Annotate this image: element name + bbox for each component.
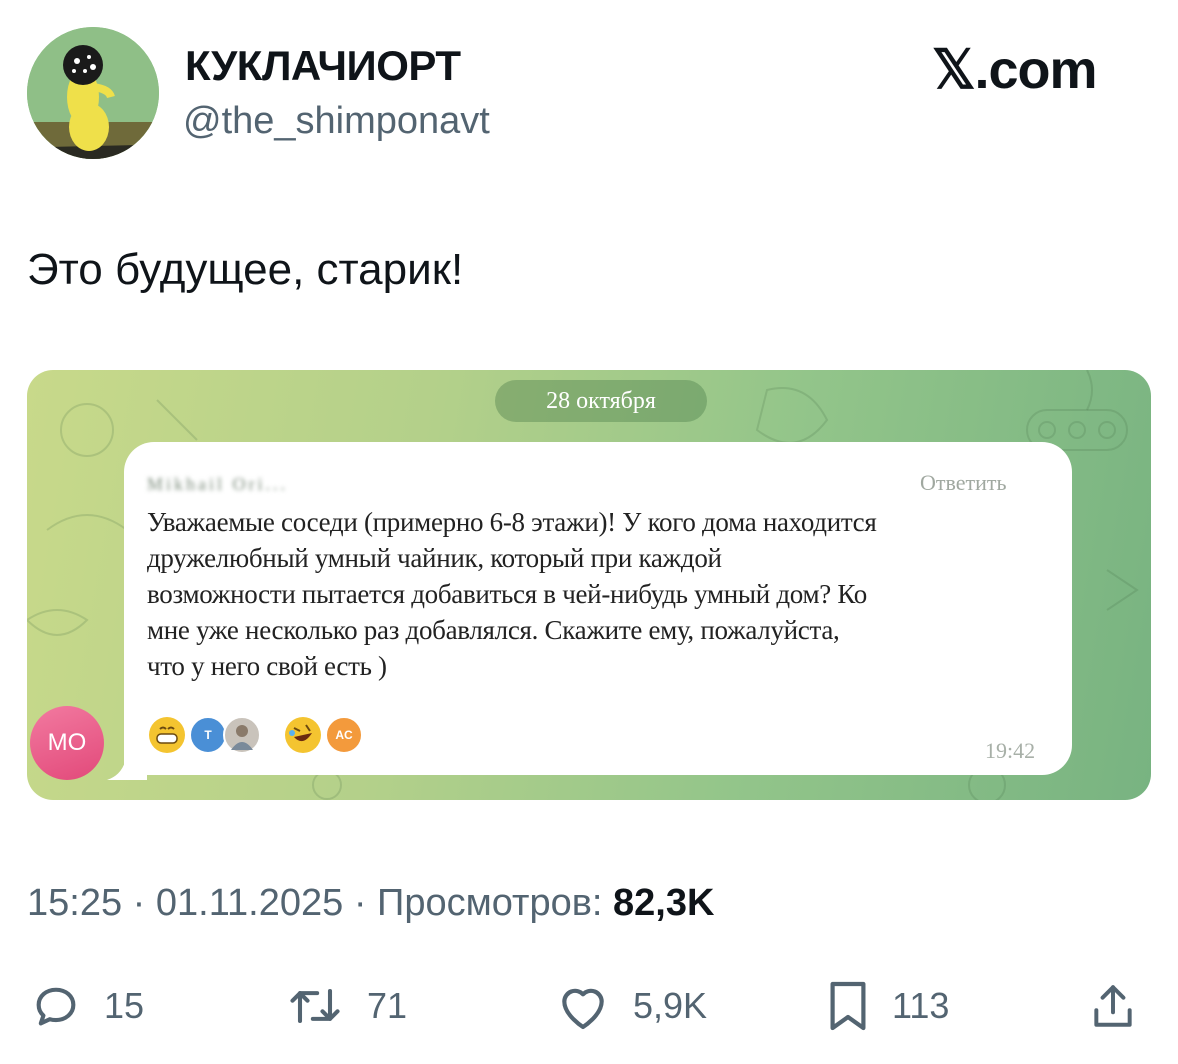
bookmark-count: 113 [892,985,950,1026]
author-avatar[interactable] [27,27,159,159]
message-time: 19:42 [985,738,1036,763]
message-line: дружелюбный умный чайник, который при ка… [147,543,722,573]
like-count: 5,9K [633,985,708,1026]
x-logo-text: 𝕏.com [932,40,1098,100]
avatar-illustration [27,27,159,159]
chat-date-pill: 28 октября [495,380,707,422]
sender-avatar-initials[interactable]: МО [30,706,104,780]
bookmark-icon [830,981,866,1031]
message-line: возможности пытается добавиться в чей-ни… [147,579,867,609]
message-line: Уважаемые соседи (примерно 6-8 этажи)! У… [147,507,877,537]
message-text: Уважаемые соседи (примерно 6-8 этажи)! У… [147,504,1047,684]
views-count: 82,3K [613,882,715,924]
reply-icon [36,987,76,1026]
message-line: что у него свой есть ) [147,651,387,681]
author-handle[interactable]: @the_shimponavt [183,98,490,144]
heart-icon [562,988,604,1030]
sender-name-obscured: Mikhail Ori... [147,474,288,494]
like-action-button[interactable]: 5,9K [555,978,707,1034]
reaction-rofl[interactable]: AC [285,716,363,754]
grinning-face-icon [149,717,185,753]
reaction-avatar-photo [223,716,261,754]
rofl-face-icon [285,717,321,753]
tweet-meta: 15:25 · 01.11.2025 · Просмотров: 82,3K [27,880,714,926]
share-action-button[interactable] [1088,978,1138,1034]
reply-count: 15 [104,985,145,1026]
reply-action-button[interactable]: 15 [30,978,144,1034]
tweet-text: Это будущее, старик! [27,245,464,294]
message-line: мне уже несколько раз добавлялся. Скажит… [147,615,840,645]
repost-icon [290,988,340,1024]
meta-separator: · [132,882,156,924]
meta-separator: · [353,882,378,924]
tweet-time[interactable]: 15:25 [27,882,122,924]
bookmark-action-button[interactable]: 113 [826,978,949,1034]
tweet-date[interactable]: 01.11.2025 [156,882,343,924]
share-icon [1094,985,1132,1027]
views-label: Просмотров: [377,882,603,924]
reply-button[interactable]: Ответить [920,470,1007,496]
repost-count: 71 [367,985,408,1026]
author-display-name[interactable]: КУКЛАЧИОРТ [185,40,461,92]
repost-action-button[interactable]: 71 [285,978,407,1034]
reaction-avatar-t: T [189,716,227,754]
reaction-avatar-ac: AC [325,716,363,754]
reaction-grinning[interactable]: T [149,716,261,754]
embedded-chat-screenshot[interactable]: 28 октября Mikhail Ori... Ответить Уважа… [27,370,1151,800]
